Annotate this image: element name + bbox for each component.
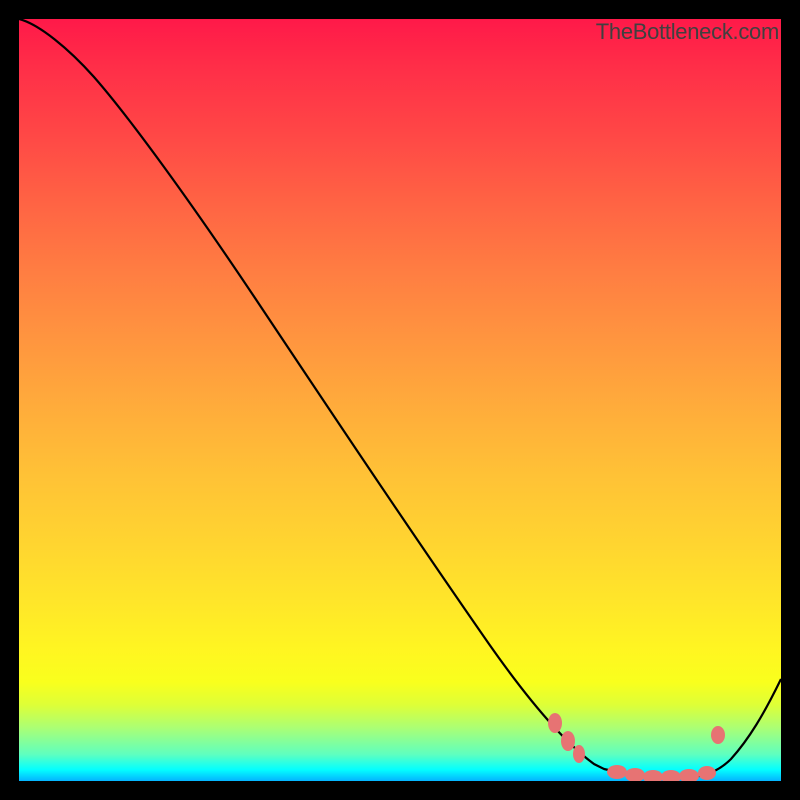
marker-dot (625, 768, 645, 781)
marker-dot (643, 770, 663, 781)
marker-dot (548, 713, 562, 733)
marker-dot (607, 765, 627, 779)
marker-dot (679, 769, 699, 781)
marker-dot (661, 770, 681, 781)
marker-dot (711, 726, 725, 744)
marker-dot (573, 745, 585, 763)
chart-area: TheBottleneck.com (19, 19, 781, 781)
marker-dot (698, 766, 716, 780)
marker-dot (561, 731, 575, 751)
curve-line (19, 19, 781, 777)
chart-svg (19, 19, 781, 781)
watermark-text: TheBottleneck.com (596, 19, 779, 45)
